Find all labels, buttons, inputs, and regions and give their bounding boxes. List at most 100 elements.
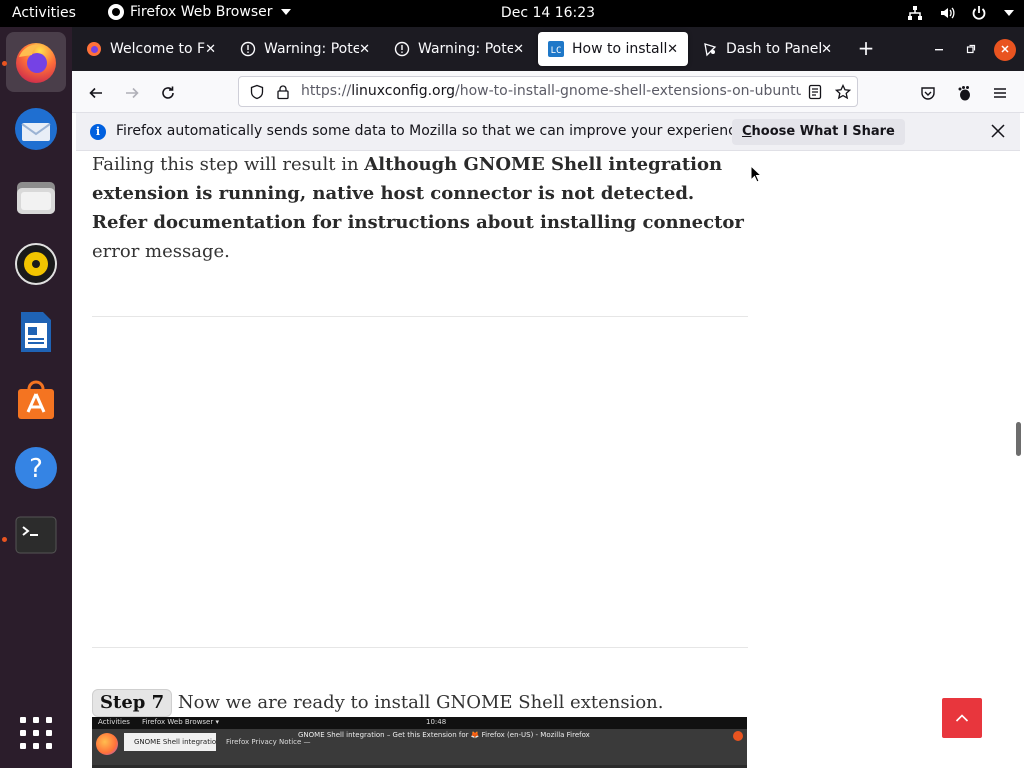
- tracking-shield-icon[interactable]: [249, 84, 265, 100]
- screenshot-activities: Activities: [98, 718, 130, 726]
- firefox-window: Welcome to Fi ✕ Warning: Poter ✕ Warning…: [72, 27, 1024, 768]
- pocket-button[interactable]: [914, 79, 942, 107]
- tab-warning-2[interactable]: Warning: Pote ✕: [384, 32, 534, 66]
- pocket-icon: [921, 87, 935, 100]
- forward-button[interactable]: [118, 79, 146, 107]
- screenshot-tab: GNOME Shell integratio: [124, 733, 216, 751]
- dock-firefox[interactable]: [6, 32, 66, 92]
- maximize-button[interactable]: [960, 39, 982, 61]
- article-paragraph: Failing this step will result in Althoug…: [92, 152, 748, 266]
- firefox-icon: [16, 43, 56, 83]
- screenshot-app: Firefox Web Browser ▾: [142, 718, 219, 726]
- url-text[interactable]: https://linuxconfig.org/how-to-install-g…: [301, 83, 801, 99]
- reload-button[interactable]: [154, 79, 182, 107]
- dock-software[interactable]: [6, 370, 66, 430]
- tutorial-screenshot: Activities Firefox Web Browser ▾ 10:48 G…: [92, 717, 747, 768]
- tab-how-to-install[interactable]: LC How to install ✕: [538, 32, 688, 66]
- warning-icon: [394, 41, 410, 57]
- step-badge: Step 7: [92, 689, 173, 717]
- terminal-icon: [15, 516, 57, 554]
- running-indicator: [2, 61, 7, 66]
- step-text: Now we are ready to install GNOME Shell …: [172, 692, 664, 713]
- page-content: Failing this step will result in Althoug…: [72, 152, 1024, 768]
- warning-icon: [240, 41, 256, 57]
- close-icon[interactable]: [988, 121, 1008, 141]
- data-collection-notification: i Firefox automatically sends some data …: [76, 113, 1020, 151]
- step-heading: Step 7 Now we are ready to install GNOME…: [92, 689, 663, 717]
- network-icon[interactable]: [906, 4, 924, 22]
- scroll-to-top-button[interactable]: [942, 698, 982, 738]
- minimize-button[interactable]: [928, 39, 950, 61]
- tab-dash-to-panel[interactable]: Dash to Panel ✕: [692, 32, 842, 66]
- gnome-top-bar: Activities Firefox Web Browser Dec 14 16…: [0, 0, 1024, 27]
- gnome-foot-icon: [958, 86, 970, 101]
- system-tray[interactable]: [906, 4, 1014, 22]
- show-applications-button[interactable]: [6, 703, 66, 763]
- app-grid-icon: [20, 717, 52, 749]
- gnome-extension-button[interactable]: [950, 79, 978, 107]
- mouse-cursor-icon: [750, 165, 762, 183]
- reader-view-icon[interactable]: [807, 84, 823, 100]
- new-tab-button[interactable]: +: [854, 37, 878, 61]
- chevron-up-icon: [955, 714, 969, 722]
- choose-what-i-share-button[interactable]: Choose What I Share: [732, 119, 905, 145]
- app-menu-button[interactable]: [986, 79, 1014, 107]
- address-bar[interactable]: https://linuxconfig.org/how-to-install-g…: [238, 76, 858, 107]
- scrollbar-thumb[interactable]: [1016, 422, 1021, 456]
- info-icon: i: [90, 124, 106, 140]
- dock: ?: [0, 27, 72, 768]
- divider: [92, 647, 748, 648]
- button-label-rest: hoose What I Share: [751, 124, 895, 139]
- navigation-toolbar: https://linuxconfig.org/how-to-install-g…: [72, 71, 1024, 113]
- power-icon[interactable]: [970, 4, 988, 22]
- dock-files[interactable]: [6, 167, 66, 227]
- help-icon: ?: [15, 447, 57, 489]
- dock-thunderbird[interactable]: [6, 99, 66, 159]
- svg-text:?: ?: [29, 454, 43, 484]
- tab-welcome[interactable]: Welcome to Fi ✕: [76, 32, 226, 66]
- screenshot-top-bar: Activities Firefox Web Browser ▾ 10:48: [92, 717, 747, 729]
- minimize-icon: [935, 49, 943, 51]
- bookmark-star-icon[interactable]: [835, 84, 851, 100]
- firefox-icon: [87, 42, 101, 56]
- close-icon: [1001, 45, 1009, 53]
- dock-writer[interactable]: [6, 302, 66, 362]
- url-scheme: https://: [301, 83, 352, 99]
- url-domain: linuxconfig.org: [351, 83, 456, 99]
- gnome-icon: [704, 43, 717, 57]
- close-tab-icon[interactable]: ✕: [821, 42, 832, 57]
- chevron-down-icon[interactable]: [1004, 10, 1014, 16]
- access-key: C: [742, 124, 752, 139]
- arrow-left-icon: [89, 87, 102, 99]
- software-icon: [18, 380, 54, 419]
- tab-title: How to install: [572, 41, 668, 57]
- dock-terminal[interactable]: [6, 505, 66, 565]
- url-path: /how-to-install-gnome-shell-extensions-o…: [455, 83, 801, 99]
- close-tab-icon[interactable]: ✕: [513, 42, 524, 57]
- svg-text:LC: LC: [551, 46, 562, 56]
- dock-help[interactable]: ?: [6, 438, 66, 498]
- close-tab-icon[interactable]: ✕: [205, 42, 216, 57]
- rhythmbox-icon: [15, 243, 57, 285]
- paragraph-text: Failing this step will result in: [92, 154, 365, 175]
- tab-title: Warning: Poter: [264, 41, 360, 57]
- screenshot-tab: Firefox Privacy Notice —: [226, 738, 311, 746]
- screenshot-window-title: GNOME Shell integration – Get this Exten…: [298, 731, 590, 739]
- window-close-button[interactable]: [994, 39, 1016, 61]
- close-tab-icon[interactable]: ✕: [359, 42, 370, 57]
- lock-icon[interactable]: [275, 84, 291, 100]
- dock-rhythmbox[interactable]: [6, 234, 66, 294]
- tab-warning-1[interactable]: Warning: Poter ✕: [230, 32, 380, 66]
- files-icon: [17, 182, 55, 214]
- tab-title: Dash to Panel: [726, 41, 822, 57]
- tab-title: Welcome to Fi: [110, 41, 206, 57]
- tab-strip: Welcome to Fi ✕ Warning: Poter ✕ Warning…: [72, 27, 1024, 71]
- hamburger-menu-icon: [994, 88, 1006, 98]
- close-tab-icon[interactable]: ✕: [667, 42, 678, 57]
- volume-icon[interactable]: [938, 4, 956, 22]
- writer-icon: [21, 312, 51, 352]
- thunderbird-icon: [15, 108, 57, 150]
- firefox-icon: [96, 733, 118, 755]
- back-button[interactable]: [82, 79, 110, 107]
- clock[interactable]: Dec 14 16:23: [0, 5, 1024, 21]
